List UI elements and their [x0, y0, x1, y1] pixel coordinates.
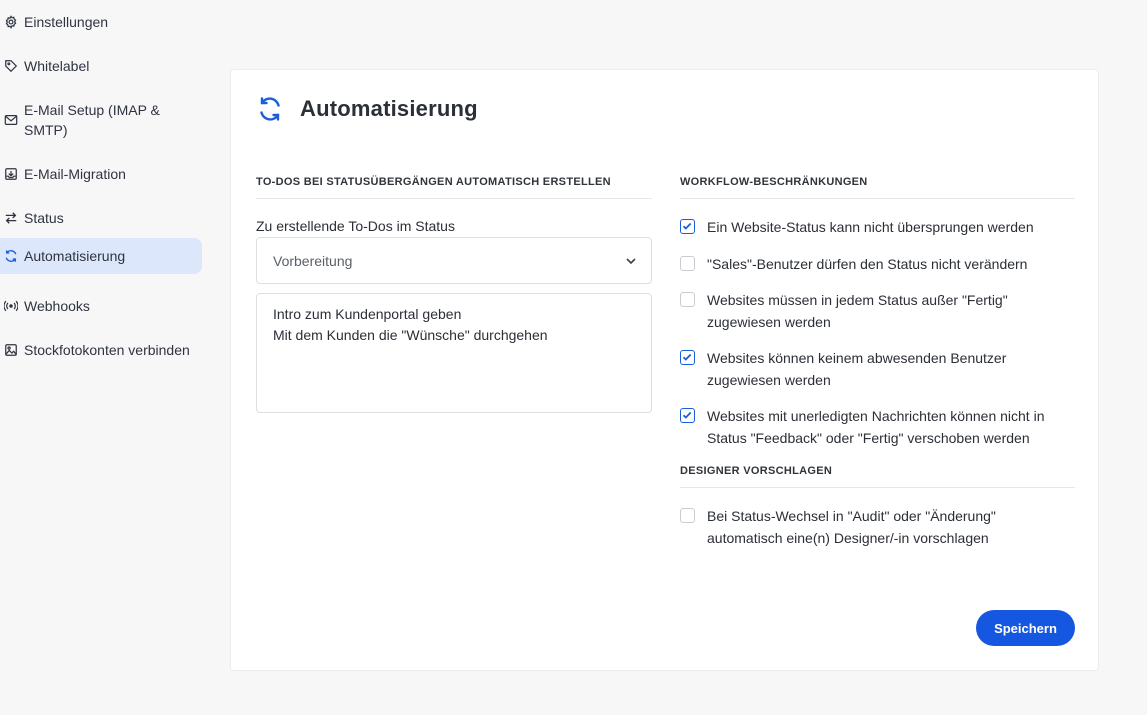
workflow-option-sales-no-change[interactable]: "Sales"-Benutzer dürfen den Status nicht… — [680, 254, 1080, 275]
inbox-download-icon — [4, 164, 18, 184]
checkbox-label: Websites müssen in jedem Status außer "F… — [707, 292, 1008, 330]
sidebar-item-label: Webhooks — [24, 298, 90, 314]
swap-arrows-icon — [4, 208, 18, 228]
sidebar-item-whitelabel[interactable]: Whitelabel — [0, 50, 202, 82]
sidebar-item-label: E-Mail-Migration — [24, 166, 126, 182]
checkbox-unchecked[interactable] — [680, 292, 695, 307]
workflow-option-unread-messages[interactable]: Websites mit unerledigten Nachrichten kö… — [680, 406, 1080, 449]
designer-option-suggest[interactable]: Bei Status-Wechsel in "Audit" oder "Ände… — [680, 506, 1080, 549]
checkbox-label: Bei Status-Wechsel in "Audit" oder "Ände… — [707, 508, 996, 546]
sidebar-item-email-migration[interactable]: E-Mail-Migration — [0, 158, 202, 190]
sidebar-item-label: Automatisierung — [24, 248, 126, 264]
todo-list-textarea[interactable]: Intro zum Kundenportal geben Mit dem Kun… — [256, 293, 652, 413]
designer-section-heading: DESIGNER VORSCHLAGEN — [680, 465, 833, 477]
divider — [256, 198, 652, 199]
settings-sidebar: Einstellungen Whitelabel E-Mail Setup (I… — [0, 0, 210, 715]
tag-icon — [4, 56, 18, 76]
sidebar-item-stockfotokonten[interactable]: Stockfotokonten verbinden — [0, 334, 202, 366]
sidebar-item-label: E-Mail Setup (IMAP & SMTP) — [24, 102, 160, 138]
sidebar-item-status[interactable]: Status — [0, 202, 202, 234]
image-icon — [4, 340, 18, 360]
divider — [680, 198, 1075, 199]
sidebar-item-automatisierung[interactable]: Automatisierung — [0, 238, 202, 274]
sidebar-item-label: Status — [24, 210, 64, 226]
status-select-label: Zu erstellende To-Dos im Status — [256, 218, 455, 234]
checkbox-checked[interactable] — [680, 350, 695, 365]
gear-icon — [4, 12, 18, 32]
sidebar-item-label: Einstellungen — [24, 14, 109, 30]
mail-icon — [4, 110, 18, 130]
todos-section-heading: TO-DOS BEI STATUSÜBERGÄNGEN AUTOMATISCH … — [256, 176, 611, 188]
checkbox-unchecked[interactable] — [680, 508, 695, 523]
divider — [680, 487, 1075, 488]
save-button[interactable]: Speichern — [976, 610, 1075, 646]
workflow-section-heading: WORKFLOW-BESCHRÄNKUNGEN — [680, 176, 868, 188]
page-title: Automatisierung — [300, 96, 478, 121]
workflow-option-no-skip[interactable]: Ein Website-Status kann nicht übersprung… — [680, 217, 1080, 238]
checkbox-unchecked[interactable] — [680, 256, 695, 271]
sidebar-item-email-setup[interactable]: E-Mail Setup (IMAP & SMTP) — [0, 94, 202, 146]
chevron-down-icon — [626, 258, 636, 265]
sidebar-item-einstellungen[interactable]: Einstellungen — [0, 6, 202, 38]
checkbox-checked[interactable] — [680, 219, 695, 234]
refresh-icon — [4, 246, 18, 266]
sidebar-item-webhooks[interactable]: Webhooks — [0, 290, 202, 322]
sidebar-item-label: Stockfotokonten verbinden — [24, 342, 190, 358]
refresh-icon — [260, 97, 280, 121]
sidebar-item-label: Whitelabel — [24, 58, 90, 74]
status-select[interactable]: Vorbereitung — [256, 237, 652, 284]
workflow-option-no-absent-user[interactable]: Websites können keinem abwesenden Benutz… — [680, 348, 1080, 391]
checkbox-label: Ein Website-Status kann nicht übersprung… — [707, 219, 1034, 235]
workflow-option-must-assign[interactable]: Websites müssen in jedem Status außer "F… — [680, 290, 1080, 333]
status-select-value: Vorbereitung — [273, 253, 353, 269]
checkbox-label: "Sales"-Benutzer dürfen den Status nicht… — [707, 256, 1028, 272]
checkbox-label: Websites mit unerledigten Nachrichten kö… — [707, 408, 1045, 446]
checkbox-checked[interactable] — [680, 408, 695, 423]
checkbox-label: Websites können keinem abwesenden Benutz… — [707, 350, 1007, 388]
automation-settings-card: Automatisierung TO-DOS BEI STATUSÜBERGÄN… — [230, 69, 1099, 671]
webhook-icon — [4, 296, 18, 316]
